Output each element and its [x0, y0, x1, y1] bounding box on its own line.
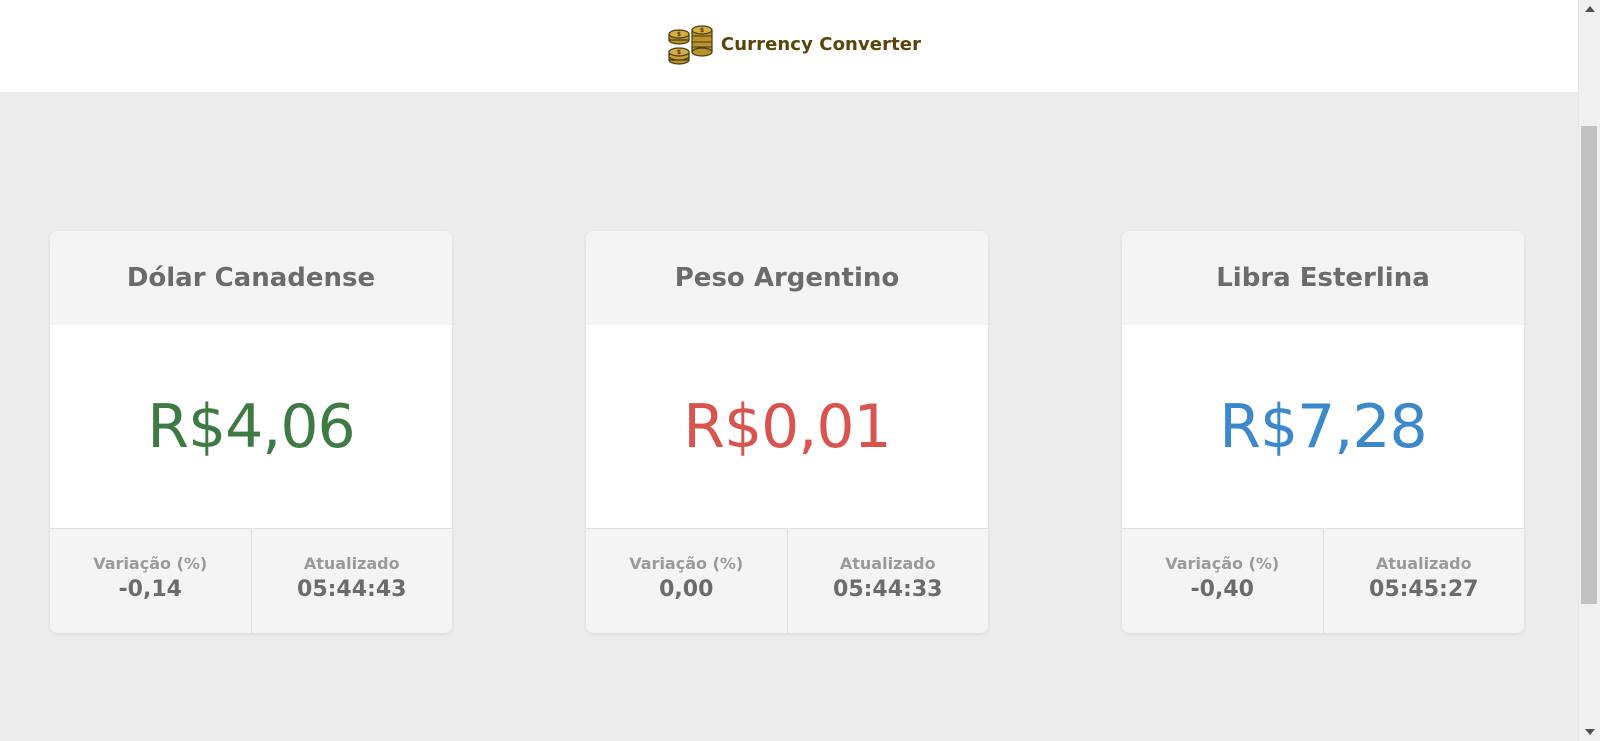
scrollbar-thumb[interactable]: [1581, 126, 1597, 604]
updated-value: 05:44:33: [833, 576, 943, 602]
card-header: Dólar Canadense: [50, 231, 452, 325]
card-body: R$4,06: [50, 325, 452, 528]
variation-value: -0,40: [1190, 576, 1254, 602]
svg-text:$: $: [677, 31, 681, 38]
card-body: R$7,28: [1122, 325, 1524, 528]
svg-text:$: $: [700, 27, 704, 34]
card-body: R$0,01: [586, 325, 988, 528]
updated-label: Atualizado: [839, 553, 936, 573]
card-title: Peso Argentino: [674, 263, 900, 293]
brand-title: Currency Converter: [720, 33, 922, 55]
card-footer: Variação (%) 0,00 Atualizado 05:44:33: [586, 528, 988, 633]
currency-card-gbp: Libra Esterlina R$7,28 Variação (%) -0,4…: [1122, 231, 1524, 633]
updated-cell: Atualizado 05:44:43: [250, 529, 453, 633]
exchange-rate-value: R$7,28: [1219, 391, 1427, 462]
updated-cell: Atualizado 05:44:33: [786, 529, 989, 633]
exchange-rate-value: R$0,01: [683, 391, 891, 462]
page: $ $ $ Currency Converter Dólar Canadense…: [0, 0, 1600, 741]
card-footer: Variação (%) -0,40 Atualizado 05:45:27: [1122, 528, 1524, 633]
card-title: Dólar Canadense: [126, 263, 376, 293]
exchange-rate-value: R$4,06: [147, 391, 355, 462]
top-header: $ $ $ Currency Converter: [0, 0, 1578, 92]
variation-label: Variação (%): [93, 553, 208, 573]
variation-cell: Variação (%) -0,14: [50, 529, 251, 633]
currency-card-cad: Dólar Canadense R$4,06 Variação (%) -0,1…: [50, 231, 452, 633]
brand[interactable]: $ $ $ Currency Converter: [667, 22, 921, 66]
updated-value: 05:45:27: [1369, 576, 1479, 602]
variation-cell: Variação (%) -0,40: [1122, 529, 1323, 633]
variation-label: Variação (%): [1165, 553, 1280, 573]
scroll-up-arrow-icon[interactable]: [1585, 6, 1595, 12]
coin-stack-icon: $ $ $: [668, 25, 713, 65]
currency-card-ars: Peso Argentino R$0,01 Variação (%) 0,00 …: [586, 231, 988, 633]
updated-value: 05:44:43: [297, 576, 407, 602]
updated-label: Atualizado: [1375, 553, 1472, 573]
updated-label: Atualizado: [303, 553, 400, 573]
variation-value: -0,14: [118, 576, 182, 602]
card-header: Peso Argentino: [586, 231, 988, 325]
variation-cell: Variação (%) 0,00: [586, 529, 787, 633]
svg-text:$: $: [677, 49, 681, 56]
scroll-down-arrow-icon[interactable]: [1585, 729, 1595, 735]
card-footer: Variação (%) -0,14 Atualizado 05:44:43: [50, 528, 452, 633]
variation-value: 0,00: [659, 576, 714, 602]
updated-cell: Atualizado 05:45:27: [1322, 529, 1525, 633]
card-title: Libra Esterlina: [1216, 263, 1430, 293]
card-header: Libra Esterlina: [1122, 231, 1524, 325]
vertical-scrollbar[interactable]: [1578, 0, 1600, 741]
variation-label: Variação (%): [629, 553, 744, 573]
